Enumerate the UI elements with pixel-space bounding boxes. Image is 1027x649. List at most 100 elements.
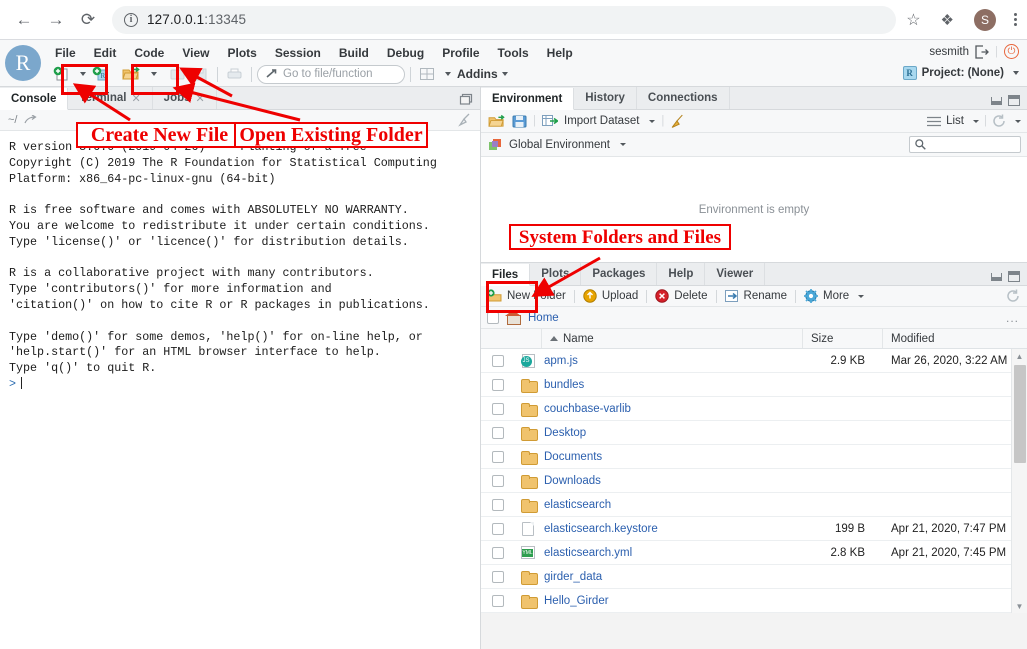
tab-help[interactable]: Help bbox=[657, 263, 705, 285]
row-checkbox[interactable] bbox=[492, 475, 504, 487]
address-bar[interactable]: i 127.0.0.1:13345 bbox=[112, 6, 896, 34]
file-name-link[interactable]: bundles bbox=[541, 379, 802, 391]
files-refresh-icon[interactable] bbox=[1006, 289, 1020, 303]
environment-maximize-icon[interactable] bbox=[1008, 95, 1020, 106]
import-dataset-icon[interactable] bbox=[542, 114, 558, 128]
file-name-link[interactable]: Hello_Girder bbox=[541, 595, 802, 607]
rename-button[interactable]: Rename bbox=[744, 290, 787, 302]
quit-session-icon[interactable]: ⏻ bbox=[1004, 44, 1019, 59]
upload-button[interactable]: Upload bbox=[602, 290, 638, 302]
extensions-puzzle-icon[interactable]: ❖ bbox=[941, 11, 954, 29]
new-file-dropdown[interactable] bbox=[73, 63, 89, 85]
table-row[interactable]: apm.js 2.9 KB Mar 26, 2020, 3:22 AM bbox=[481, 349, 1027, 373]
menu-item-tools[interactable]: Tools bbox=[489, 44, 538, 62]
new-folder-button[interactable]: New Folder bbox=[507, 290, 566, 302]
delete-button[interactable]: Delete bbox=[674, 290, 707, 302]
file-name-link[interactable]: elasticsearch.keystore bbox=[541, 523, 802, 535]
bookmark-star-icon[interactable]: ☆ bbox=[906, 10, 920, 30]
list-view-icon[interactable] bbox=[927, 116, 941, 127]
menu-item-debug[interactable]: Debug bbox=[378, 44, 433, 62]
tab-viewer[interactable]: Viewer bbox=[705, 263, 765, 285]
console-output[interactable]: R version 3.6.0 (2019-04-26) -- "Plantin… bbox=[0, 131, 480, 649]
pane-layout-icon[interactable] bbox=[416, 63, 438, 85]
tab-history[interactable]: History bbox=[574, 87, 637, 109]
table-row[interactable]: bundles bbox=[481, 373, 1027, 397]
row-checkbox[interactable] bbox=[492, 571, 504, 583]
row-checkbox[interactable] bbox=[492, 451, 504, 463]
scrollbar-thumb[interactable] bbox=[1014, 365, 1026, 463]
site-info-icon[interactable]: i bbox=[124, 13, 138, 27]
file-name-link[interactable]: Documents bbox=[541, 451, 802, 463]
tab-environment[interactable]: Environment bbox=[481, 88, 574, 110]
browser-back-icon[interactable]: ← bbox=[10, 6, 38, 34]
save-icon[interactable] bbox=[166, 63, 189, 85]
tab-jobs-close-icon[interactable]: ✕ bbox=[196, 92, 205, 105]
row-checkbox[interactable] bbox=[492, 499, 504, 511]
row-checkbox[interactable] bbox=[492, 547, 504, 559]
column-header-modified[interactable]: Modified bbox=[882, 329, 1027, 348]
save-all-icon[interactable] bbox=[189, 63, 212, 85]
menu-item-session[interactable]: Session bbox=[266, 44, 330, 62]
import-dataset-button[interactable]: Import Dataset bbox=[564, 115, 639, 127]
rename-icon[interactable] bbox=[725, 289, 739, 303]
table-row[interactable]: Hello_Girder bbox=[481, 589, 1027, 613]
clear-console-icon[interactable] bbox=[458, 113, 472, 127]
open-file-icon[interactable] bbox=[119, 63, 144, 85]
menu-item-profile[interactable]: Profile bbox=[433, 44, 488, 62]
save-workspace-icon[interactable] bbox=[512, 114, 527, 129]
menu-item-plots[interactable]: Plots bbox=[218, 44, 265, 62]
scroll-down-icon[interactable]: ▼ bbox=[1012, 599, 1027, 613]
table-row[interactable]: elasticsearch bbox=[481, 493, 1027, 517]
table-row[interactable]: Documents bbox=[481, 445, 1027, 469]
files-minimize-icon[interactable] bbox=[991, 273, 1002, 281]
file-name-link[interactable]: elasticsearch bbox=[541, 499, 802, 511]
print-icon[interactable] bbox=[223, 63, 246, 85]
table-row[interactable]: elasticsearch.keystore 199 B Apr 21, 202… bbox=[481, 517, 1027, 541]
tab-connections[interactable]: Connections bbox=[637, 87, 730, 109]
menu-item-help[interactable]: Help bbox=[538, 44, 582, 62]
file-name-link[interactable]: apm.js bbox=[541, 355, 802, 367]
table-row[interactable]: couchbase-varlib bbox=[481, 397, 1027, 421]
row-checkbox[interactable] bbox=[492, 379, 504, 391]
more-button[interactable]: More bbox=[823, 290, 849, 302]
profile-avatar[interactable]: S bbox=[974, 9, 996, 31]
new-file-icon[interactable] bbox=[50, 63, 73, 85]
table-row[interactable]: girder_data bbox=[481, 565, 1027, 589]
signout-icon[interactable] bbox=[975, 45, 989, 59]
environment-minimize-icon[interactable] bbox=[991, 97, 1002, 105]
scroll-up-icon[interactable]: ▲ bbox=[1012, 349, 1027, 363]
delete-icon[interactable] bbox=[655, 289, 669, 303]
menu-item-edit[interactable]: Edit bbox=[85, 44, 126, 62]
pane-layout-dropdown[interactable] bbox=[438, 63, 454, 85]
browser-reload-icon[interactable]: ⟳ bbox=[74, 6, 102, 34]
select-all-checkbox[interactable] bbox=[487, 312, 499, 324]
browser-forward-icon[interactable]: → bbox=[42, 6, 70, 34]
console-working-dir[interactable]: ~/ bbox=[8, 114, 17, 126]
file-name-link[interactable]: couchbase-varlib bbox=[541, 403, 802, 415]
project-selector[interactable]: R Project: (None) bbox=[903, 66, 1019, 80]
upload-icon[interactable] bbox=[583, 289, 597, 303]
environment-search-input[interactable] bbox=[909, 136, 1021, 153]
global-environment-selector[interactable]: Global Environment bbox=[509, 139, 610, 151]
row-checkbox[interactable] bbox=[492, 355, 504, 367]
table-row[interactable]: Desktop bbox=[481, 421, 1027, 445]
row-checkbox[interactable] bbox=[492, 523, 504, 535]
menu-item-view[interactable]: View bbox=[173, 44, 218, 62]
row-checkbox[interactable] bbox=[492, 595, 504, 607]
gear-icon[interactable] bbox=[804, 289, 818, 303]
files-maximize-icon[interactable] bbox=[1008, 271, 1020, 282]
open-file-dropdown[interactable] bbox=[144, 63, 160, 85]
column-header-size[interactable]: Size bbox=[802, 329, 882, 348]
tab-files[interactable]: Files bbox=[481, 264, 530, 286]
tab-terminal[interactable]: Terminal ✕ bbox=[68, 87, 152, 109]
clear-objects-icon[interactable] bbox=[670, 114, 685, 129]
files-scrollbar[interactable]: ▲ ▼ bbox=[1011, 349, 1027, 613]
console-popout-icon[interactable] bbox=[24, 115, 37, 126]
row-checkbox[interactable] bbox=[492, 403, 504, 415]
menu-item-file[interactable]: File bbox=[46, 44, 85, 62]
addins-button[interactable]: Addins bbox=[454, 63, 511, 85]
menu-item-code[interactable]: Code bbox=[125, 44, 173, 62]
menu-item-build[interactable]: Build bbox=[330, 44, 378, 62]
tab-packages[interactable]: Packages bbox=[581, 263, 657, 285]
refresh-icon[interactable] bbox=[992, 114, 1006, 128]
